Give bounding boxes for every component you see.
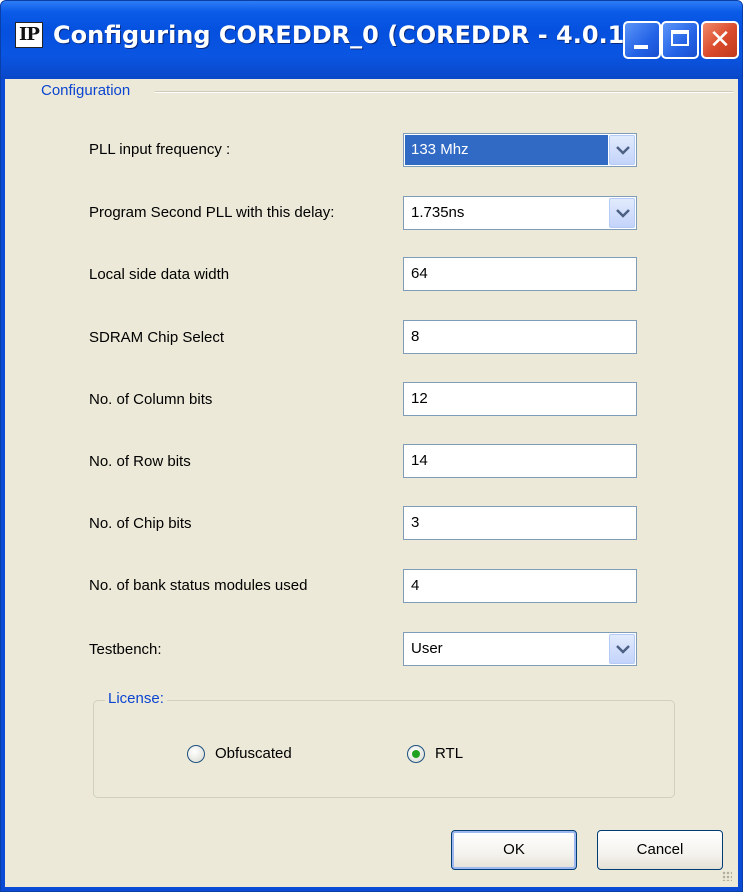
close-icon: ✕ bbox=[709, 25, 731, 55]
row-bits-label: No. of Row bits bbox=[89, 453, 191, 470]
cancel-button[interactable]: Cancel bbox=[597, 830, 723, 870]
configuration-group-label: Configuration bbox=[41, 82, 133, 100]
license-group-box bbox=[93, 700, 675, 798]
row-bits-input[interactable]: 14 bbox=[403, 444, 637, 478]
dialog-window: IP Configuring COREDDR_0 (COREDDR - 4.0.… bbox=[0, 0, 743, 892]
resize-grip-icon[interactable] bbox=[722, 871, 732, 881]
testbench-label: Testbench: bbox=[89, 641, 162, 658]
chevron-down-icon[interactable] bbox=[609, 135, 635, 165]
minimize-button[interactable] bbox=[623, 21, 661, 59]
column-bits-input[interactable]: 12 bbox=[403, 382, 637, 416]
pll-frequency-label: PLL input frequency : bbox=[89, 141, 231, 158]
chevron-down-icon[interactable] bbox=[609, 198, 635, 228]
rtl-radio[interactable] bbox=[407, 745, 425, 763]
rtl-radio-label[interactable]: RTL bbox=[435, 744, 463, 764]
window-title: Configuring COREDDR_0 (COREDDR - 4.0.107… bbox=[53, 21, 669, 49]
sdram-chip-select-input[interactable]: 8 bbox=[403, 320, 637, 354]
dialog-body: Configuration PLL input frequency : 133 … bbox=[5, 79, 738, 887]
pll-frequency-dropdown[interactable]: 133 Mhz bbox=[403, 133, 637, 167]
second-pll-delay-dropdown[interactable]: 1.735ns bbox=[403, 196, 637, 230]
data-width-input[interactable]: 64 bbox=[403, 257, 637, 291]
pll-frequency-value: 133 Mhz bbox=[405, 135, 608, 165]
configuration-group-line bbox=[155, 91, 733, 93]
second-pll-delay-label: Program Second PLL with this delay: bbox=[89, 204, 335, 221]
column-bits-label: No. of Column bits bbox=[89, 391, 213, 408]
second-pll-delay-value: 1.735ns bbox=[411, 204, 465, 221]
maximize-button[interactable] bbox=[661, 21, 699, 59]
title-bar[interactable]: IP Configuring COREDDR_0 (COREDDR - 4.0.… bbox=[1, 1, 742, 79]
data-width-label: Local side data width bbox=[89, 266, 230, 283]
testbench-dropdown[interactable]: User bbox=[403, 632, 637, 666]
license-group-label: License: bbox=[105, 690, 167, 708]
ip-app-icon: IP bbox=[15, 22, 43, 48]
close-button[interactable]: ✕ bbox=[701, 21, 739, 59]
bank-status-modules-input[interactable]: 4 bbox=[403, 569, 637, 603]
chip-bits-input[interactable]: 3 bbox=[403, 506, 637, 540]
bottom-border bbox=[1, 887, 742, 891]
radio-checked-dot bbox=[412, 750, 420, 758]
ok-button[interactable]: OK bbox=[451, 830, 577, 870]
sdram-chip-select-label: SDRAM Chip Select bbox=[89, 329, 225, 346]
right-border bbox=[738, 79, 742, 891]
obfuscated-radio-label[interactable]: Obfuscated bbox=[215, 744, 292, 764]
chip-bits-label: No. of Chip bits bbox=[89, 515, 192, 532]
testbench-value: User bbox=[411, 640, 443, 657]
bank-status-modules-label: No. of bank status modules used bbox=[89, 577, 308, 594]
chevron-down-icon[interactable] bbox=[609, 634, 635, 664]
obfuscated-radio[interactable] bbox=[187, 745, 205, 763]
